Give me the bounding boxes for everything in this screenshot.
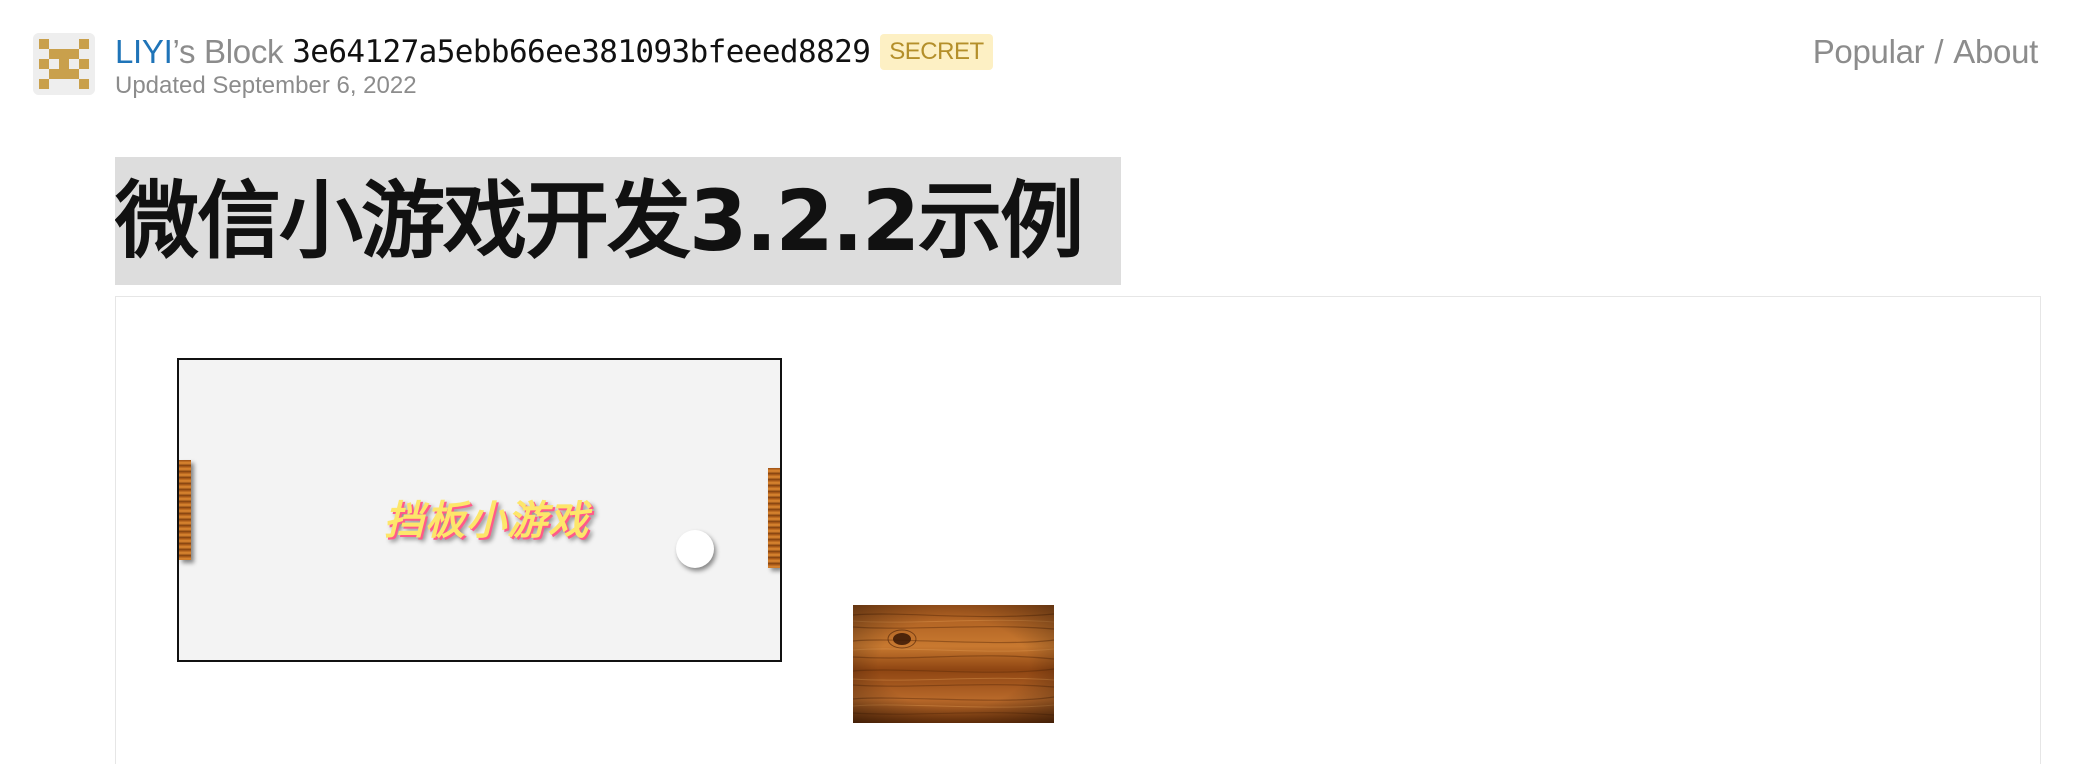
page-title: 微信小游戏开发3.2.2示例 — [115, 157, 1121, 285]
owner-suffix: ’s Block — [172, 33, 284, 70]
secret-badge: SECRET — [880, 34, 993, 70]
gist-title: LIYI ’s Block 3e64127a5ebb66ee381093bfee… — [115, 30, 993, 74]
game-title: 挡板小游戏 — [384, 498, 589, 544]
owner-link[interactable]: LIYI — [115, 33, 173, 71]
about-link[interactable]: About — [1953, 33, 2038, 71]
avatar-identicon-icon — [33, 33, 95, 95]
game-canvas[interactable]: 挡板小游戏 — [177, 358, 782, 662]
wood-texture-icon — [853, 605, 1054, 723]
gist-id: 3e64127a5ebb66ee381093bfeeed8829 — [292, 34, 871, 70]
top-nav: Popular / About — [1813, 30, 2039, 74]
avatar[interactable] — [33, 33, 95, 95]
updated-date: Updated September 6, 2022 — [115, 72, 417, 99]
paddle-right — [768, 468, 780, 568]
page: LIYI ’s Block 3e64127a5ebb66ee381093bfee… — [0, 0, 2086, 764]
wood-texture-image — [853, 605, 1054, 723]
ball — [676, 530, 714, 568]
paddle-left — [179, 460, 191, 560]
popular-link[interactable]: Popular — [1813, 33, 1925, 71]
nav-separator: / — [1934, 33, 1944, 70]
